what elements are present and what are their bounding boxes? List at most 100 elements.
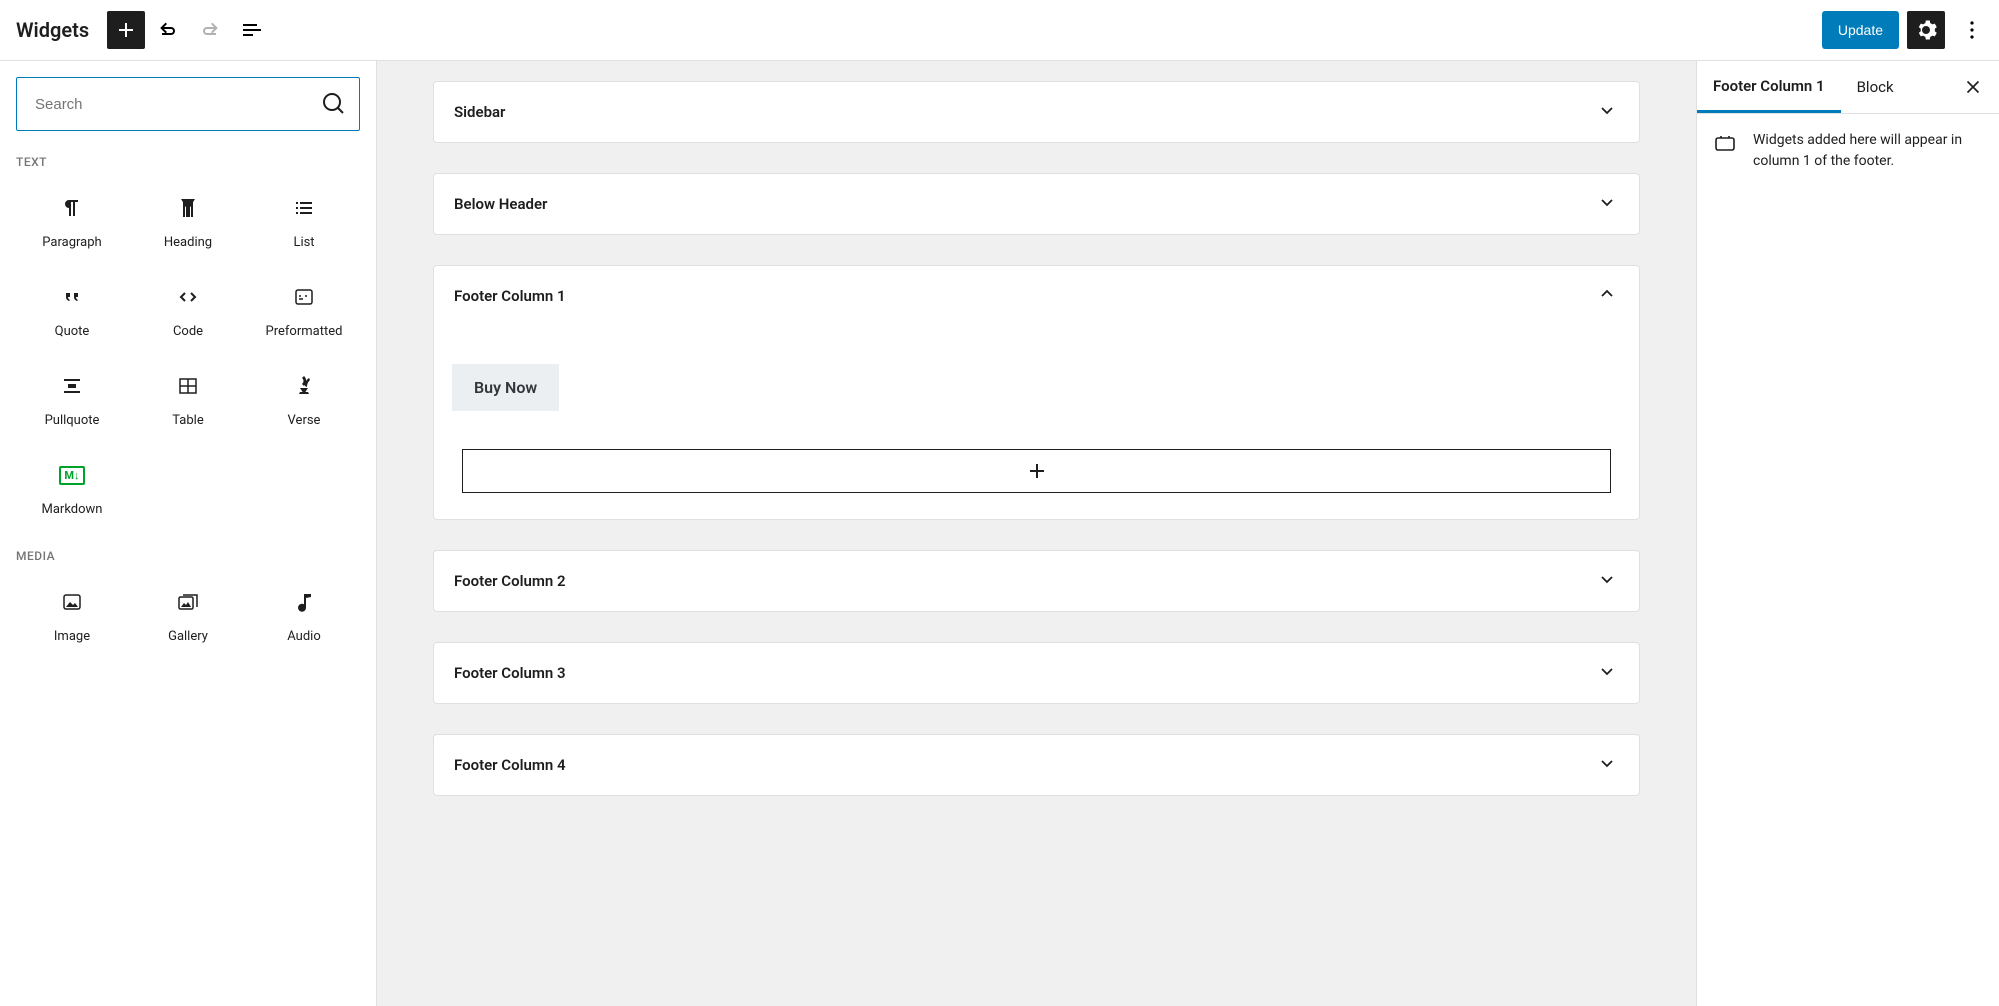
block-label: Quote bbox=[55, 324, 90, 339]
area-title: Footer Column 4 bbox=[454, 756, 566, 774]
block-paragraph[interactable]: Paragraph bbox=[16, 177, 128, 262]
area-title: Below Header bbox=[454, 195, 547, 213]
heading-icon bbox=[175, 195, 201, 221]
area-header[interactable]: Footer Column 1 bbox=[434, 266, 1639, 326]
block-audio[interactable]: Audio bbox=[248, 571, 360, 656]
area-header[interactable]: Below Header bbox=[434, 174, 1639, 234]
quote-icon bbox=[59, 284, 85, 310]
top-right: Update bbox=[1822, 11, 1991, 49]
workspace: TEXT Paragraph Heading List Quote Code bbox=[0, 61, 1999, 1006]
block-label: Heading bbox=[164, 235, 212, 250]
tab-area[interactable]: Footer Column 1 bbox=[1697, 61, 1841, 113]
search-input[interactable] bbox=[16, 77, 360, 131]
area-body: Buy Now bbox=[434, 326, 1639, 519]
area-footer-1: Footer Column 1 Buy Now bbox=[433, 265, 1640, 520]
media-grid: Image Gallery Audio bbox=[16, 571, 360, 656]
undo-icon bbox=[156, 18, 180, 42]
pullquote-icon bbox=[59, 373, 85, 399]
area-title: Footer Column 2 bbox=[454, 572, 566, 590]
top-left: Widgets bbox=[8, 11, 271, 49]
list-view-button[interactable] bbox=[233, 11, 271, 49]
widget-area-icon bbox=[1713, 132, 1737, 156]
list-icon bbox=[291, 195, 317, 221]
area-title: Footer Column 1 bbox=[454, 287, 566, 305]
area-header[interactable]: Footer Column 4 bbox=[434, 735, 1639, 795]
area-sidebar: Sidebar bbox=[433, 81, 1640, 143]
code-icon bbox=[175, 284, 201, 310]
block-label: Code bbox=[173, 324, 203, 339]
undo-button[interactable] bbox=[149, 11, 187, 49]
close-settings-button[interactable] bbox=[1955, 69, 1991, 105]
area-header[interactable]: Footer Column 2 bbox=[434, 551, 1639, 611]
block-label: Markdown bbox=[42, 502, 103, 517]
block-preformatted[interactable]: Preformatted bbox=[248, 266, 360, 351]
chevron-down-icon bbox=[1595, 98, 1619, 126]
area-footer-2: Footer Column 2 bbox=[433, 550, 1640, 612]
redo-icon bbox=[198, 18, 222, 42]
update-button[interactable]: Update bbox=[1822, 11, 1899, 49]
category-media: MEDIA bbox=[16, 549, 360, 563]
block-label: Paragraph bbox=[42, 235, 101, 250]
block-label: Audio bbox=[287, 629, 320, 644]
list-view-icon bbox=[240, 18, 264, 42]
plus-icon bbox=[114, 18, 138, 42]
block-verse[interactable]: Verse bbox=[248, 355, 360, 440]
area-header[interactable]: Sidebar bbox=[434, 82, 1639, 142]
image-icon bbox=[59, 589, 85, 615]
block-code[interactable]: Code bbox=[132, 266, 244, 351]
block-table[interactable]: Table bbox=[132, 355, 244, 440]
chevron-down-icon bbox=[1595, 190, 1619, 218]
block-image[interactable]: Image bbox=[16, 571, 128, 656]
chevron-up-icon bbox=[1595, 282, 1619, 310]
redo-button[interactable] bbox=[191, 11, 229, 49]
block-heading[interactable]: Heading bbox=[132, 177, 244, 262]
verse-icon bbox=[291, 373, 317, 399]
plus-icon bbox=[1025, 459, 1049, 483]
chevron-down-icon bbox=[1595, 567, 1619, 595]
gear-icon bbox=[1914, 18, 1938, 42]
block-label: Verse bbox=[288, 413, 321, 428]
chevron-down-icon bbox=[1595, 659, 1619, 687]
area-title: Sidebar bbox=[454, 103, 505, 121]
markdown-icon: M↓ bbox=[59, 462, 85, 488]
block-label: List bbox=[293, 235, 314, 250]
settings-tabs: Footer Column 1 Block bbox=[1697, 61, 1999, 114]
chevron-down-icon bbox=[1595, 751, 1619, 779]
block-markdown[interactable]: M↓ Markdown bbox=[16, 444, 128, 529]
block-label: Preformatted bbox=[266, 324, 343, 339]
table-icon bbox=[175, 373, 201, 399]
top-bar: Widgets Update bbox=[0, 0, 1999, 61]
text-grid: Paragraph Heading List Quote Code Prefor… bbox=[16, 177, 360, 529]
more-vertical-icon bbox=[1960, 18, 1984, 42]
block-inserter: TEXT Paragraph Heading List Quote Code bbox=[0, 61, 377, 1006]
block-label: Gallery bbox=[168, 629, 208, 644]
block-label: Table bbox=[172, 413, 203, 428]
area-footer-3: Footer Column 3 bbox=[433, 642, 1640, 704]
block-list[interactable]: List bbox=[248, 177, 360, 262]
close-icon bbox=[1962, 76, 1984, 98]
paragraph-icon bbox=[59, 195, 85, 221]
area-below-header: Below Header bbox=[433, 173, 1640, 235]
button-block[interactable]: Buy Now bbox=[452, 364, 559, 411]
settings-description: Widgets added here will appear in column… bbox=[1753, 130, 1983, 172]
settings-content: Widgets added here will appear in column… bbox=[1697, 114, 1999, 188]
add-block-button[interactable] bbox=[107, 11, 145, 49]
settings-button[interactable] bbox=[1907, 11, 1945, 49]
area-title: Footer Column 3 bbox=[454, 664, 566, 682]
block-label: Pullquote bbox=[45, 413, 100, 428]
area-header[interactable]: Footer Column 3 bbox=[434, 643, 1639, 703]
block-quote[interactable]: Quote bbox=[16, 266, 128, 351]
search-box bbox=[16, 77, 360, 131]
gallery-icon bbox=[175, 589, 201, 615]
page-title: Widgets bbox=[16, 18, 89, 42]
block-gallery[interactable]: Gallery bbox=[132, 571, 244, 656]
settings-sidebar: Footer Column 1 Block Widgets added here… bbox=[1696, 61, 1999, 1006]
category-text: TEXT bbox=[16, 155, 360, 169]
more-options-button[interactable] bbox=[1953, 11, 1991, 49]
tab-block[interactable]: Block bbox=[1841, 61, 1910, 113]
add-block-appender[interactable] bbox=[462, 449, 1611, 493]
audio-icon bbox=[291, 589, 317, 615]
preformatted-icon bbox=[291, 284, 317, 310]
block-pullquote[interactable]: Pullquote bbox=[16, 355, 128, 440]
block-label: Image bbox=[54, 629, 90, 644]
